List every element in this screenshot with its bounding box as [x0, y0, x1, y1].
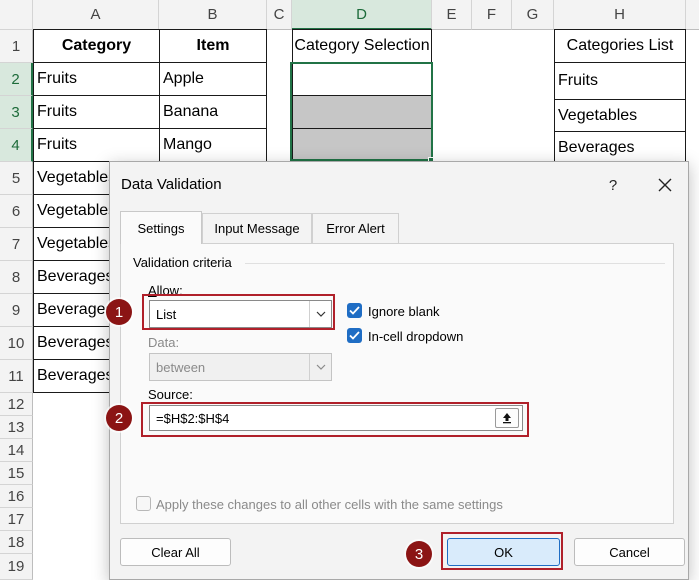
cell-d4[interactable] [292, 129, 432, 162]
allow-dropdown[interactable]: List [149, 300, 332, 328]
apply-all-checkbox[interactable] [136, 496, 151, 511]
cell-a4[interactable]: Fruits [33, 129, 160, 162]
ignore-blank-checkbox[interactable] [347, 303, 362, 318]
ignore-blank-label[interactable]: Ignore blank [368, 304, 440, 319]
cell-b2[interactable]: Apple [160, 63, 267, 96]
row-header-19[interactable]: 19 [0, 554, 33, 580]
cell-h3[interactable]: Vegetables [554, 100, 686, 132]
collapse-dialog-button[interactable] [495, 408, 519, 428]
checkmark-icon [349, 331, 360, 340]
callout-badge-3: 3 [406, 541, 432, 567]
column-header-a[interactable]: A [33, 0, 159, 30]
column-header-i[interactable] [686, 0, 699, 30]
tab-settings[interactable]: Settings [120, 211, 202, 244]
row-header-10[interactable]: 10 [0, 327, 33, 360]
clear-all-button[interactable]: Clear All [120, 538, 231, 566]
allow-value: List [156, 306, 177, 322]
chevron-down-icon [309, 354, 331, 380]
cell-d2[interactable] [292, 63, 432, 96]
callout-badge-1: 1 [106, 299, 132, 325]
row-header-8[interactable]: 8 [0, 261, 33, 294]
allow-label: Allow: [148, 283, 183, 298]
cell-a3[interactable]: Fruits [33, 96, 160, 129]
row-header-12[interactable]: 12 [0, 393, 33, 416]
callout-badge-2: 2 [106, 405, 132, 431]
cell-h1-categories-list-header[interactable]: Categories List [554, 29, 686, 63]
validation-criteria-label: Validation criteria [133, 255, 232, 270]
apply-all-label[interactable]: Apply these changes to all other cells w… [156, 497, 503, 512]
data-validation-dialog: Data Validation ? Settings Input Message… [109, 161, 689, 580]
help-button[interactable]: ? [598, 170, 628, 200]
data-dropdown[interactable]: between [149, 353, 332, 381]
column-header-g[interactable]: G [512, 0, 554, 30]
cancel-button[interactable]: Cancel [574, 538, 685, 566]
column-header-f[interactable]: F [472, 0, 512, 30]
in-cell-dropdown-checkbox[interactable] [347, 328, 362, 343]
column-header-d[interactable]: D [292, 0, 432, 30]
row-header-5[interactable]: 5 [0, 162, 33, 195]
cell-b1-item-header[interactable]: Item [160, 29, 267, 63]
column-header-h[interactable]: H [554, 0, 686, 30]
settings-panel: Validation criteria Allow: List Ignore b… [120, 243, 674, 524]
ok-button[interactable]: OK [447, 538, 560, 566]
data-value: between [156, 359, 206, 375]
cell-d3[interactable] [292, 96, 432, 129]
row-header-13[interactable]: 13 [0, 416, 33, 439]
data-label: Data: [148, 335, 180, 350]
row-header-6[interactable]: 6 [0, 195, 33, 228]
column-header-e[interactable]: E [432, 0, 472, 30]
column-header-c[interactable]: C [267, 0, 292, 30]
column-header-b[interactable]: B [159, 0, 267, 30]
allow-label-rest: llow: [156, 283, 183, 298]
tab-input-message[interactable]: Input Message [202, 213, 312, 243]
row-header-1[interactable]: 1 [0, 30, 33, 63]
dialog-title: Data Validation [121, 176, 222, 193]
tab-error-alert[interactable]: Error Alert [312, 213, 399, 243]
row-header-17[interactable]: 17 [0, 508, 33, 531]
row-header-3[interactable]: 3 [0, 96, 33, 129]
source-value: =$H$2:$H$4 [156, 410, 230, 426]
cell-b3[interactable]: Banana [160, 96, 267, 129]
cell-a1-category-header[interactable]: Category [33, 29, 160, 63]
cell-a2[interactable]: Fruits [33, 63, 160, 96]
source-label: Source: [148, 387, 193, 402]
close-button[interactable] [648, 170, 682, 200]
checkmark-icon [349, 306, 360, 315]
row-header-16[interactable]: 16 [0, 485, 33, 508]
row-header-7[interactable]: 7 [0, 228, 33, 261]
cell-b4[interactable]: Mango [160, 129, 267, 162]
row-header-4[interactable]: 4 [0, 129, 33, 162]
row-header-11[interactable]: 11 [0, 360, 33, 393]
cell-d1-category-selection-header[interactable]: Category Selection [292, 29, 432, 63]
row-header-14[interactable]: 14 [0, 439, 33, 462]
source-input[interactable]: =$H$2:$H$4 [149, 405, 523, 431]
row-header-18[interactable]: 18 [0, 531, 33, 554]
cell-h2[interactable]: Fruits [554, 63, 686, 100]
upload-arrow-icon [503, 413, 511, 424]
select-all-corner[interactable] [0, 0, 33, 30]
row-header-2[interactable]: 2 [0, 63, 33, 96]
in-cell-dropdown-label[interactable]: In-cell dropdown [368, 329, 463, 344]
close-icon [658, 178, 672, 192]
chevron-down-icon [309, 301, 331, 327]
row-header-9[interactable]: 9 [0, 294, 33, 327]
group-divider [245, 263, 665, 264]
row-header-15[interactable]: 15 [0, 462, 33, 485]
